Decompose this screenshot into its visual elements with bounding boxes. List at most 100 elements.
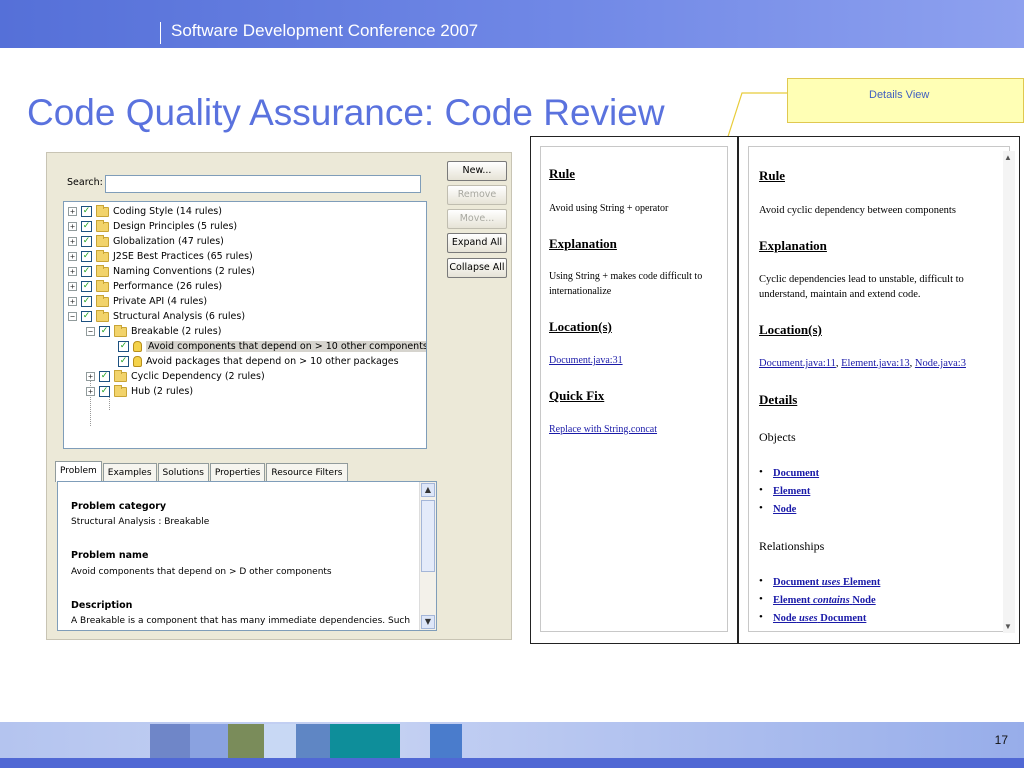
- details-scrollbar[interactable]: ▲ ▼: [1003, 151, 1015, 633]
- tab-problem[interactable]: Problem: [55, 461, 102, 482]
- folder-icon: [96, 219, 109, 232]
- expand-icon[interactable]: +: [86, 372, 95, 381]
- relationship-verb: uses: [821, 577, 841, 588]
- folder-icon: [96, 294, 109, 307]
- tree-item-selected[interactable]: ✓ Avoid components that depend on > 10 ot…: [118, 339, 426, 354]
- expand-icon[interactable]: +: [68, 222, 77, 231]
- explanation-heading: Explanation: [549, 236, 617, 251]
- objects-heading: Objects: [759, 430, 796, 444]
- remove-button[interactable]: Remove: [447, 185, 507, 205]
- search-input[interactable]: [105, 175, 421, 193]
- scroll-up-icon[interactable]: ▲: [421, 483, 435, 497]
- tree-item[interactable]: ✓ Avoid packages that depend on > 10 othe…: [118, 354, 399, 369]
- checkbox-checked-icon[interactable]: ✓: [81, 221, 92, 232]
- expand-icon[interactable]: +: [68, 237, 77, 246]
- folder-icon: [96, 234, 109, 247]
- collapse-icon[interactable]: −: [68, 312, 77, 321]
- new-button[interactable]: New...: [447, 161, 507, 181]
- relationship-subject: Node: [773, 613, 797, 624]
- scroll-down-icon[interactable]: ▼: [421, 615, 435, 629]
- tree-item[interactable]: + ✓ Coding Style (14 rules): [68, 204, 222, 219]
- tree-item-label: Private API (4 rules): [113, 296, 208, 307]
- expand-icon[interactable]: +: [86, 387, 95, 396]
- tree-item[interactable]: − ✓ Breakable (2 rules): [86, 324, 221, 339]
- checkbox-checked-icon[interactable]: ✓: [99, 371, 110, 382]
- scroll-thumb[interactable]: [421, 500, 435, 572]
- checkbox-checked-icon[interactable]: ✓: [99, 326, 110, 337]
- quick-fix-link[interactable]: Replace with String.concat: [549, 424, 657, 435]
- details-pane-string-operator: Rule Avoid using String + operator Expla…: [530, 136, 738, 644]
- bullet-icon: •: [759, 502, 763, 514]
- folder-icon: [114, 369, 127, 382]
- tree-item[interactable]: + ✓ Design Principles (5 rules): [68, 219, 237, 234]
- tree-item-label: Hub (2 rules): [131, 386, 194, 397]
- expand-icon[interactable]: +: [68, 252, 77, 261]
- folder-icon: [96, 204, 109, 217]
- checkbox-checked-icon[interactable]: ✓: [81, 311, 92, 322]
- tree-item[interactable]: + ✓ Naming Conventions (2 rules): [68, 264, 255, 279]
- tree-item[interactable]: + ✓ Private API (4 rules): [68, 294, 207, 309]
- location-link[interactable]: Node.java:3: [915, 358, 966, 369]
- relationship-link[interactable]: Element contains Node: [773, 595, 876, 606]
- checkbox-checked-icon[interactable]: ✓: [81, 251, 92, 262]
- tab-resource-filters[interactable]: Resource Filters: [266, 463, 348, 482]
- checkbox-checked-icon[interactable]: ✓: [118, 341, 129, 352]
- move-button[interactable]: Move...: [447, 209, 507, 229]
- collapse-icon[interactable]: −: [86, 327, 95, 336]
- expand-icon[interactable]: +: [68, 207, 77, 216]
- tree-item[interactable]: + ✓ Performance (26 rules): [68, 279, 222, 294]
- tab-properties[interactable]: Properties: [209, 463, 266, 482]
- checkbox-checked-icon[interactable]: ✓: [81, 296, 92, 307]
- object-link[interactable]: Node: [773, 504, 796, 515]
- folder-icon: [114, 384, 127, 397]
- rule-text: Avoid using String + operator: [549, 203, 669, 214]
- description-scrollbar[interactable]: ▲ ▼: [419, 482, 436, 630]
- checkbox-checked-icon[interactable]: ✓: [81, 236, 92, 247]
- object-link[interactable]: Element: [773, 486, 810, 497]
- footer-image-strip: [150, 724, 462, 758]
- bullet-icon: •: [759, 611, 763, 623]
- search-label: Search:: [67, 177, 103, 188]
- details-pane-cyclic-dependency: Rule Avoid cyclic dependency between com…: [738, 136, 1020, 644]
- object-link[interactable]: Document: [773, 468, 819, 479]
- location-link[interactable]: Element.java:13: [841, 358, 910, 369]
- checkbox-checked-icon[interactable]: ✓: [99, 386, 110, 397]
- checkbox-checked-icon[interactable]: ✓: [81, 266, 92, 277]
- description-value: A Breakable is a component that has many…: [71, 616, 411, 626]
- relationship-object: Node: [852, 595, 876, 606]
- tree-item[interactable]: + ✓ J2SE Best Practices (65 rules): [68, 249, 253, 264]
- location-link[interactable]: Document.java:11: [759, 358, 836, 369]
- checkbox-checked-icon[interactable]: ✓: [81, 206, 92, 217]
- checkbox-checked-icon[interactable]: ✓: [118, 356, 129, 367]
- scroll-up-icon[interactable]: ▲: [1004, 153, 1012, 162]
- relationship-object: Document: [820, 613, 867, 624]
- tree-item-label: Avoid packages that depend on > 10 other…: [146, 356, 399, 367]
- folder-icon: [96, 264, 109, 277]
- rule-heading: Rule: [759, 168, 785, 183]
- relationship-verb: contains: [812, 595, 850, 606]
- tree-item[interactable]: − ✓ Structural Analysis (6 rules): [68, 309, 245, 324]
- checkbox-checked-icon[interactable]: ✓: [81, 281, 92, 292]
- expand-icon[interactable]: +: [68, 267, 77, 276]
- collapse-all-button[interactable]: Collapse All: [447, 258, 507, 278]
- tree-item[interactable]: + ✓ Globalization (47 rules): [68, 234, 224, 249]
- tree-item[interactable]: + ✓ Cyclic Dependency (2 rules): [86, 369, 265, 384]
- tree-item[interactable]: + ✓ Hub (2 rules): [86, 384, 193, 399]
- callout-label: Details View: [869, 89, 930, 101]
- relationship-link[interactable]: Node uses Document: [773, 613, 866, 624]
- expand-all-button[interactable]: Expand All: [447, 233, 507, 253]
- detail-tabs: Problem Examples Solutions Properties Re…: [55, 461, 349, 482]
- location-link[interactable]: Document.java:31: [549, 355, 623, 366]
- slide-title: Code Quality Assurance: Code Review: [27, 92, 665, 133]
- expand-icon[interactable]: +: [68, 282, 77, 291]
- scroll-down-icon[interactable]: ▼: [1004, 622, 1012, 631]
- folder-icon: [96, 309, 109, 322]
- bullet-icon: •: [759, 466, 763, 478]
- expand-icon[interactable]: +: [68, 297, 77, 306]
- tab-solutions[interactable]: Solutions: [157, 463, 209, 482]
- tab-examples[interactable]: Examples: [102, 463, 157, 482]
- problem-name-heading: Problem name: [71, 550, 149, 561]
- relationship-link[interactable]: Document uses Element: [773, 577, 880, 588]
- details-heading: Details: [759, 392, 798, 407]
- relationship-object: Element: [843, 577, 881, 588]
